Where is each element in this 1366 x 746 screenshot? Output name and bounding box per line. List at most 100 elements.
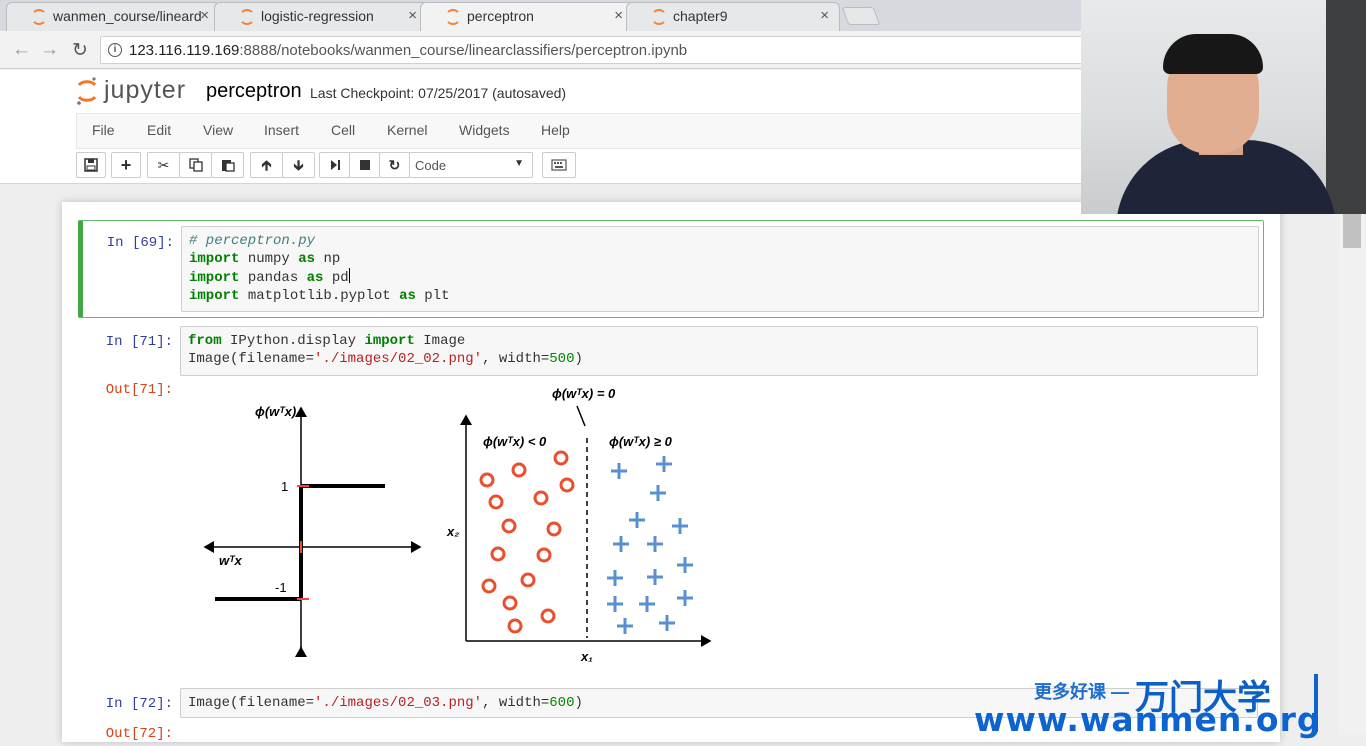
x2-label: x₂ xyxy=(446,524,459,539)
command-palette-button[interactable] xyxy=(542,152,576,178)
input-prompt: In [71]: xyxy=(105,334,173,350)
positive-point xyxy=(629,512,645,528)
copy-icon xyxy=(188,158,203,172)
code-editor[interactable]: from IPython.display import Image Image(… xyxy=(180,326,1258,376)
menu-help[interactable]: Help xyxy=(541,122,570,138)
close-icon[interactable]: × xyxy=(408,7,417,24)
code-keyword: as xyxy=(298,251,316,267)
insert-cell-button[interactable]: + xyxy=(111,152,141,178)
jupyter-favicon-icon xyxy=(651,9,667,25)
menu-bar: File Edit View Insert Cell Kernel Widget… xyxy=(76,113,1086,149)
forward-arrow-icon[interactable]: → xyxy=(40,39,59,61)
code-comment: # perceptron.py xyxy=(189,233,316,249)
boundary-pointer xyxy=(576,405,586,427)
menu-file[interactable]: File xyxy=(92,122,115,138)
paste-button[interactable] xyxy=(211,152,244,178)
cut-button[interactable]: ✂ xyxy=(147,152,180,178)
positive-point xyxy=(607,570,623,586)
jupyter-logo-icon xyxy=(77,77,97,105)
tab-label: perceptron xyxy=(467,8,534,24)
negative-point xyxy=(479,472,495,488)
new-tab-button[interactable] xyxy=(841,7,881,25)
code-keyword: import xyxy=(189,270,240,286)
back-arrow-icon[interactable]: ← xyxy=(12,39,31,61)
save-icon xyxy=(84,158,98,172)
input-prompt: In [72]: xyxy=(105,696,173,712)
cell-type-select[interactable]: Code ▼ xyxy=(409,152,533,178)
page-scrollbar[interactable] xyxy=(1339,214,1366,735)
text-cursor xyxy=(348,268,350,283)
input-prompt: In [69]: xyxy=(106,235,174,251)
interrupt-button[interactable] xyxy=(349,152,380,178)
negative-point xyxy=(502,595,518,611)
code-keyword: import xyxy=(189,288,240,304)
paste-icon xyxy=(221,160,235,172)
watermark-url: www.wanmen.org xyxy=(974,700,1322,739)
menu-widgets[interactable]: Widgets xyxy=(459,122,510,138)
code-cell-69[interactable]: In [69]: # perceptron.py import numpy as… xyxy=(78,220,1264,318)
reload-icon[interactable]: ↻ xyxy=(72,39,88,62)
close-icon[interactable]: × xyxy=(820,7,829,24)
code-string: './images/02_02.png' xyxy=(314,351,483,367)
info-icon[interactable]: i xyxy=(108,43,122,57)
menu-cell[interactable]: Cell xyxy=(331,122,355,138)
copy-button[interactable] xyxy=(179,152,212,178)
negative-point xyxy=(520,572,536,588)
watermark-bar xyxy=(1314,674,1318,732)
tab-logistic-regression[interactable]: logistic-regression × xyxy=(214,2,428,31)
background-wall xyxy=(1326,0,1366,214)
negative-point xyxy=(536,547,552,563)
notebook-name[interactable]: perceptron xyxy=(206,80,302,103)
negative-point xyxy=(481,578,497,594)
positive-class-points xyxy=(607,456,693,634)
move-down-button[interactable]: 🡳 xyxy=(282,152,315,178)
positive-point xyxy=(672,518,688,534)
negative-point xyxy=(553,450,569,466)
move-up-button[interactable]: 🡱 xyxy=(250,152,283,178)
scissors-icon: ✂ xyxy=(157,157,170,173)
checkpoint-status: Last Checkpoint: 07/25/2017 (autosaved) xyxy=(310,85,567,101)
code-keyword: from xyxy=(188,333,222,349)
negative-class-points xyxy=(479,450,575,634)
code-number: 500 xyxy=(549,351,575,367)
save-button[interactable] xyxy=(76,152,106,178)
logo-text: jupyter xyxy=(104,76,187,104)
code-keyword: import xyxy=(364,333,415,349)
scrollbar-thumb[interactable] xyxy=(1343,214,1361,248)
url-field[interactable]: i 123.116.119.169:8888/notebooks/wanmen_… xyxy=(100,36,1090,64)
url-path: :8888/notebooks/wanmen_course/linearclas… xyxy=(239,42,688,59)
positive-point xyxy=(659,615,675,631)
close-icon[interactable]: × xyxy=(200,7,209,24)
tab-chapter9[interactable]: chapter9 × xyxy=(626,2,840,31)
caret-down-icon: ▼ xyxy=(514,158,524,169)
close-icon[interactable]: × xyxy=(614,7,623,24)
tab-label: logistic-regression xyxy=(261,8,374,24)
keyboard-icon xyxy=(551,159,567,171)
code-text: ) xyxy=(574,351,583,367)
run-button[interactable] xyxy=(319,152,350,178)
menu-view[interactable]: View xyxy=(203,122,233,138)
code-text: Image(filename= xyxy=(188,695,315,711)
negative-region-label: ϕ(wᵀx) < 0 xyxy=(483,434,547,449)
code-text: , width= xyxy=(482,351,550,367)
tick-label-1: 1 xyxy=(281,479,288,494)
positive-point xyxy=(647,569,663,585)
code-editor[interactable]: # perceptron.py import numpy as np impor… xyxy=(181,226,1259,312)
code-text: numpy xyxy=(239,251,299,267)
wanmen-watermark: 更多好课 — 万门大学 www.wanmen.org xyxy=(970,670,1330,739)
negative-point xyxy=(540,608,556,624)
positive-point xyxy=(677,557,693,573)
negative-point xyxy=(559,477,575,493)
menu-edit[interactable]: Edit xyxy=(147,122,171,138)
positive-point xyxy=(617,618,633,634)
restart-icon: ↻ xyxy=(388,157,401,173)
code-text: Image(filename= xyxy=(188,351,315,367)
positive-point xyxy=(650,485,666,501)
menu-insert[interactable]: Insert xyxy=(264,122,299,138)
webcam-overlay xyxy=(1081,0,1366,214)
menu-kernel[interactable]: Kernel xyxy=(387,122,427,138)
tab-wanmen-course[interactable]: wanmen_course/lineard × xyxy=(6,2,220,31)
restart-button[interactable]: ↻ xyxy=(379,152,410,178)
boundary-label: ϕ(wᵀx) = 0 xyxy=(552,386,616,401)
tab-perceptron[interactable]: perceptron × xyxy=(420,2,634,31)
